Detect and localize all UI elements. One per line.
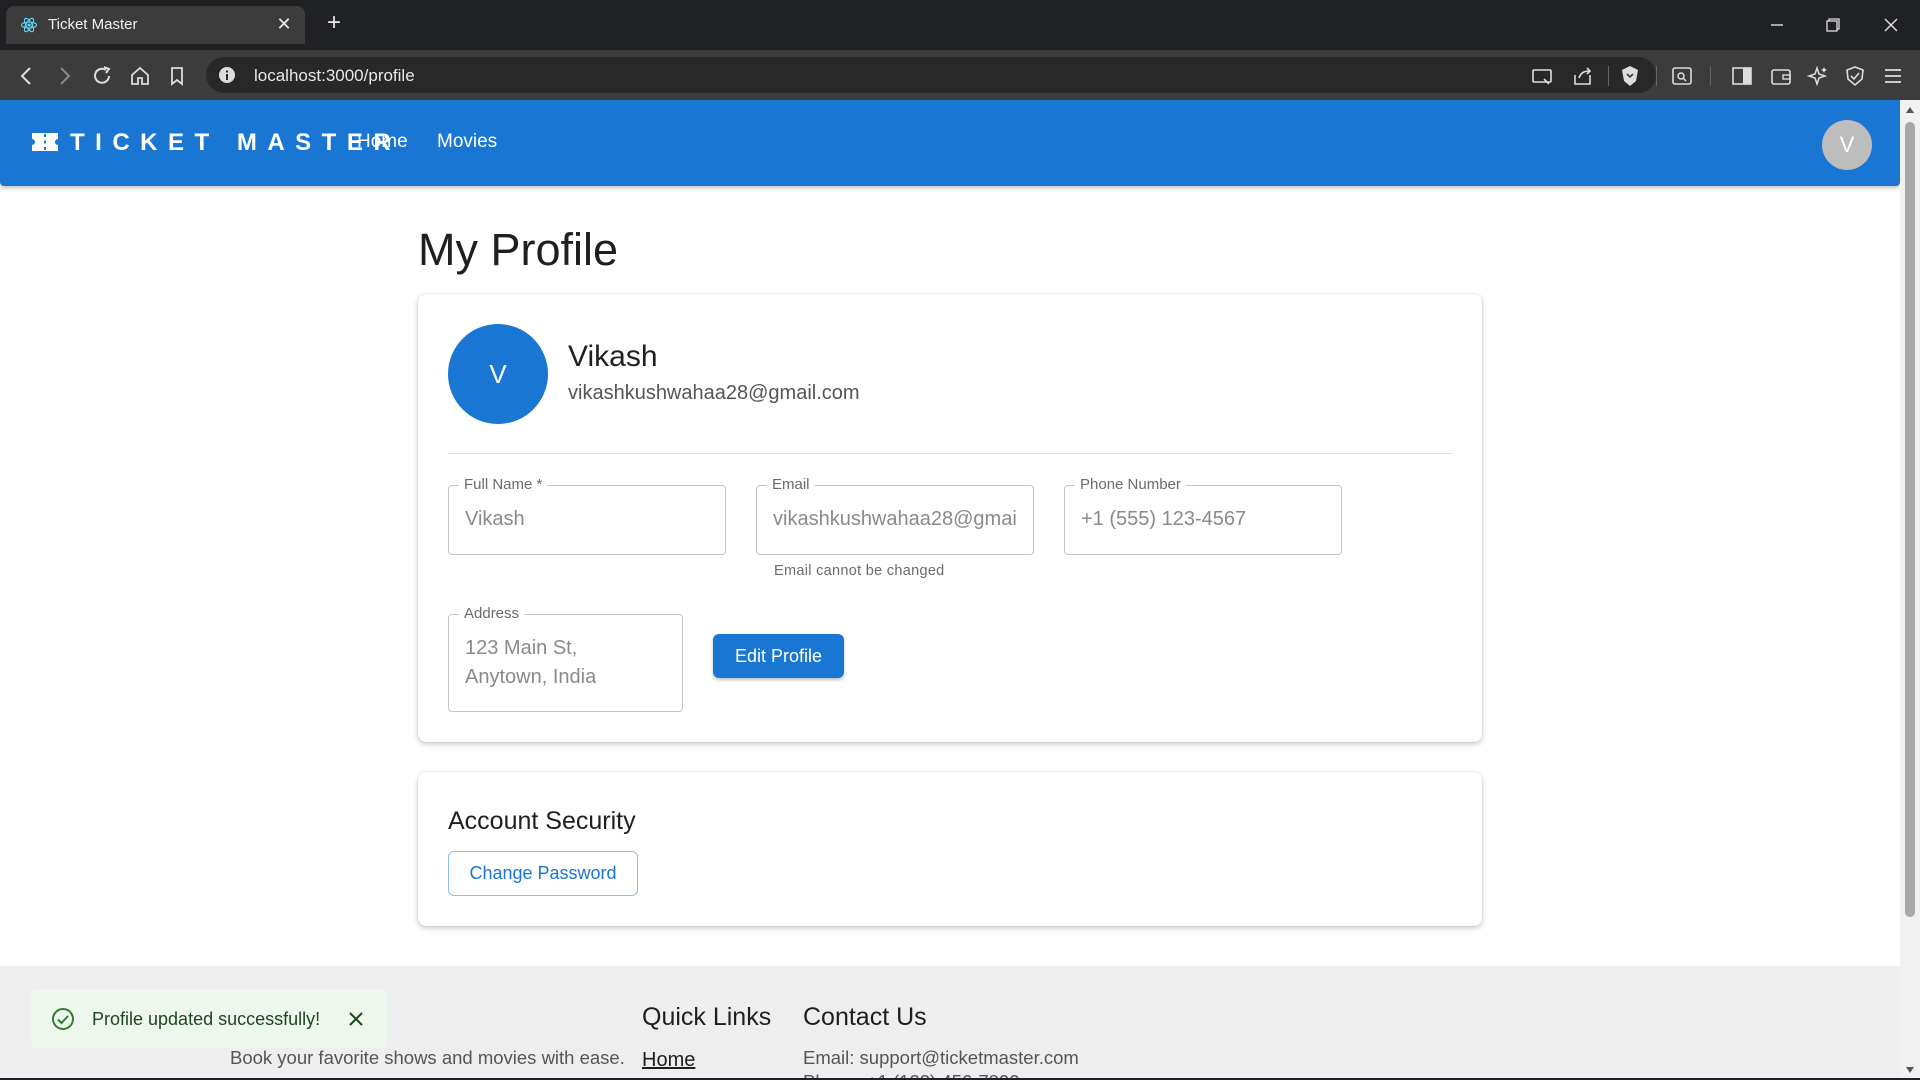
full-name-field[interactable]: Full Name * Vikash bbox=[448, 476, 726, 555]
app-bar: TICKET MASTER Home Movies V bbox=[0, 100, 1900, 186]
nav-link-movies[interactable]: Movies bbox=[437, 131, 497, 153]
wallet-icon[interactable] bbox=[1768, 63, 1794, 89]
change-password-button[interactable]: Change Password bbox=[448, 851, 638, 896]
edit-profile-button[interactable]: Edit Profile bbox=[713, 634, 844, 678]
browser-tab-bar: Ticket Master ✕ + bbox=[0, 0, 1920, 50]
cast-icon[interactable] bbox=[1529, 63, 1555, 89]
vpn-icon[interactable] bbox=[1842, 63, 1868, 89]
page-scrollbar[interactable] bbox=[1900, 100, 1920, 1080]
toolbar-separator bbox=[1656, 66, 1657, 86]
toolbar-separator bbox=[1608, 66, 1609, 86]
browser-toolbar: localhost:3000/profile bbox=[0, 50, 1920, 100]
close-icon[interactable] bbox=[345, 1008, 367, 1030]
reader-mode-icon[interactable] bbox=[1669, 63, 1695, 89]
check-circle-icon bbox=[52, 1008, 74, 1030]
sidebar-icon[interactable] bbox=[1729, 63, 1755, 89]
full-name-label: Full Name * bbox=[459, 476, 548, 494]
profile-avatar: V bbox=[448, 324, 548, 424]
address-label: Address bbox=[459, 605, 525, 623]
nav-link-home[interactable]: Home bbox=[357, 131, 408, 153]
share-icon[interactable] bbox=[1570, 63, 1596, 89]
page-viewport: TICKET MASTER Home Movies V My Profile V… bbox=[0, 100, 1900, 1080]
tab-title: Ticket Master bbox=[48, 16, 138, 33]
account-security-title: Account Security bbox=[448, 807, 636, 835]
new-tab-button[interactable]: + bbox=[322, 11, 346, 36]
browser-tab[interactable]: Ticket Master ✕ bbox=[6, 6, 305, 44]
bookmark-icon[interactable] bbox=[164, 63, 190, 89]
ticket-icon[interactable] bbox=[32, 131, 58, 153]
scroll-up-icon[interactable] bbox=[1904, 104, 1916, 116]
reload-icon[interactable] bbox=[89, 63, 115, 89]
email-label: Email bbox=[767, 476, 815, 494]
profile-card: V Vikash vikashkushwahaa28@gmail.com Ful… bbox=[418, 294, 1482, 742]
address-field[interactable]: Address 123 Main St, Anytown, India bbox=[448, 605, 683, 712]
divider bbox=[448, 453, 1452, 454]
quick-links-title: Quick Links bbox=[642, 1003, 772, 1031]
profile-email: vikashkushwahaa28@gmail.com bbox=[568, 382, 860, 404]
url-text: localhost:3000/profile bbox=[254, 66, 415, 85]
footer-link-home[interactable]: Home bbox=[642, 1049, 695, 1072]
leo-ai-icon[interactable] bbox=[1805, 63, 1831, 89]
email-helper-text: Email cannot be changed bbox=[774, 563, 945, 579]
tab-close-icon[interactable]: ✕ bbox=[273, 13, 295, 35]
snackbar-message: Profile updated successfully! bbox=[92, 1009, 321, 1029]
minimize-icon[interactable] bbox=[1764, 12, 1790, 38]
toolbar-separator bbox=[1710, 66, 1711, 86]
brave-shield-icon[interactable] bbox=[1617, 63, 1643, 89]
email-field[interactable]: Email vikashkushwahaa28@gmail.com bbox=[756, 476, 1034, 555]
scroll-down-icon[interactable] bbox=[1904, 1064, 1916, 1076]
home-icon[interactable] bbox=[127, 63, 153, 89]
profile-name: Vikash bbox=[568, 340, 658, 373]
address-value-line1: 123 Main St, bbox=[465, 637, 578, 659]
full-name-value: Vikash bbox=[465, 508, 525, 530]
restore-icon[interactable] bbox=[1820, 12, 1846, 38]
scrollbar-thumb[interactable] bbox=[1905, 122, 1915, 917]
email-value: vikashkushwahaa28@gmail.com bbox=[773, 508, 1018, 530]
contact-us-title: Contact Us bbox=[803, 1003, 927, 1031]
success-snackbar: Profile updated successfully! bbox=[31, 989, 387, 1048]
account-security-card: Account Security Change Password bbox=[418, 772, 1482, 926]
phone-field[interactable]: Phone Number +1 (555) 123-4567 bbox=[1064, 476, 1342, 555]
address-value-line2: Anytown, India bbox=[465, 666, 597, 688]
page-title: My Profile bbox=[418, 224, 619, 275]
site-info-icon[interactable] bbox=[218, 66, 236, 84]
react-icon bbox=[20, 17, 38, 33]
menu-icon[interactable] bbox=[1880, 63, 1906, 89]
forward-icon[interactable] bbox=[51, 63, 77, 89]
phone-value: +1 (555) 123-4567 bbox=[1081, 508, 1247, 530]
back-icon[interactable] bbox=[14, 63, 40, 89]
footer-tagline: Book your favorite shows and movies with… bbox=[230, 1047, 625, 1068]
close-window-icon[interactable] bbox=[1878, 12, 1904, 38]
contact-email: Email: support@ticketmaster.com bbox=[803, 1047, 1079, 1068]
user-avatar-button[interactable]: V bbox=[1822, 120, 1872, 170]
phone-label: Phone Number bbox=[1075, 476, 1186, 494]
brand-logo[interactable]: TICKET MASTER bbox=[70, 129, 401, 157]
address-bar[interactable]: localhost:3000/profile bbox=[206, 57, 1656, 93]
